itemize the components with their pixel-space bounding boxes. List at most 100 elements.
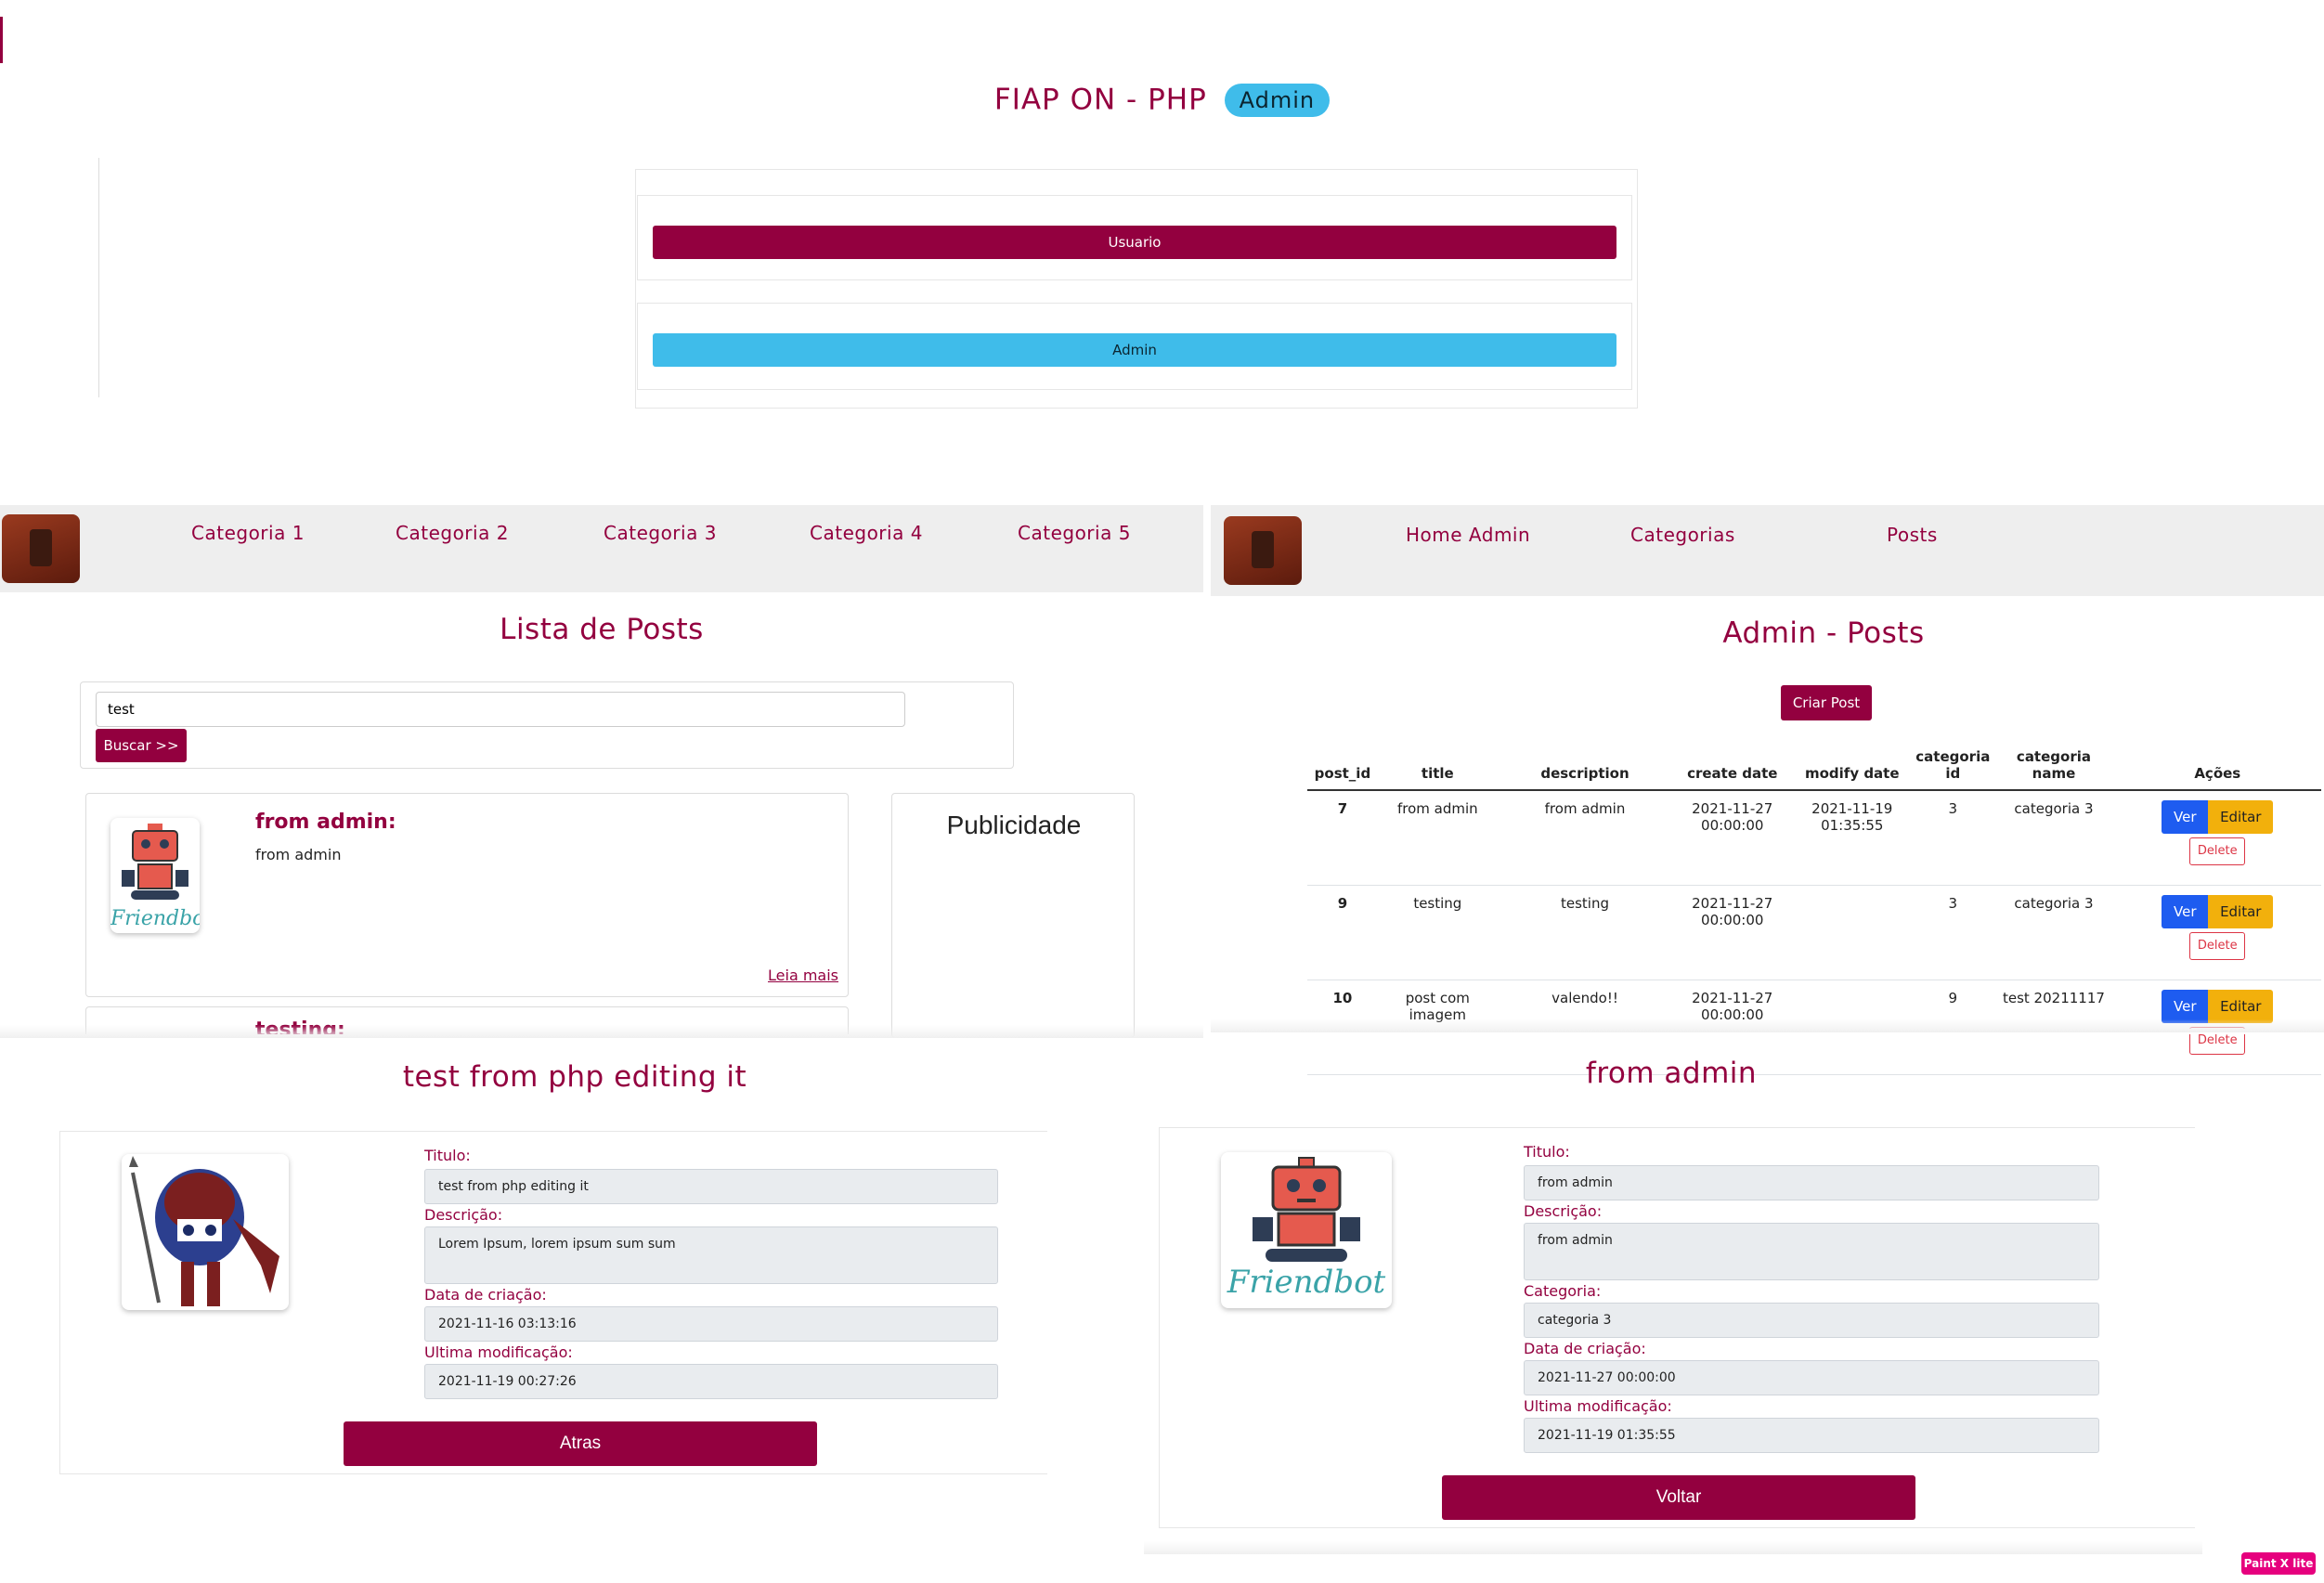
site-logo[interactable] (2, 514, 80, 583)
nav-home-admin[interactable]: Home Admin (1406, 524, 1530, 546)
titulo-label: Titulo: (1524, 1143, 1570, 1161)
edit-button[interactable]: Editar (2208, 989, 2274, 1023)
col-description: description (1497, 748, 1673, 791)
cell-modify-date: 2021-11-19 01:35:55 (1792, 790, 1913, 886)
nav-categorias[interactable]: Categorias (1630, 524, 1735, 546)
site-logo[interactable] (1224, 516, 1302, 585)
cell-actions: Ver Editar Delete (2113, 790, 2321, 886)
nav-categoria-1[interactable]: Categoria 1 (191, 522, 305, 544)
data-criacao-label: Data de criação: (1524, 1340, 1646, 1357)
detail-title: test from php editing it (402, 1060, 747, 1094)
cell-title: from admin (1377, 790, 1498, 886)
categoria-label: Categoria: (1524, 1282, 1602, 1300)
table-header: post_id title description create date mo… (1307, 748, 2321, 791)
nav-categoria-2[interactable]: Categoria 2 (396, 522, 509, 544)
post-image: Friendbot (1221, 1152, 1392, 1308)
cell-categoria-id: 3 (1912, 885, 1994, 980)
titulo-label: Titulo: (424, 1147, 471, 1164)
nav-posts[interactable]: Posts (1887, 524, 1938, 546)
back-button[interactable]: Voltar (1442, 1475, 1915, 1520)
col-title: title (1377, 748, 1498, 791)
ad-box: Publicidade (891, 793, 1135, 1038)
table-row: 7 from admin from admin 2021-11-27 00:00… (1307, 790, 2321, 886)
delete-button[interactable]: Delete (2189, 837, 2246, 865)
cell-title: testing (1377, 885, 1498, 980)
search-input[interactable] (96, 692, 905, 727)
view-button[interactable]: Ver (2162, 894, 2209, 928)
nav-categoria-3[interactable]: Categoria 3 (604, 522, 717, 544)
data-criacao-field[interactable]: 2021-11-27 00:00:00 (1524, 1360, 2099, 1395)
usuario-button[interactable]: Usuario (653, 226, 1616, 259)
divider (98, 158, 99, 397)
cell-actions: Ver Editar Delete (2113, 885, 2321, 980)
admin-posts-title: Admin - Posts (1722, 616, 1925, 650)
friendbot-label: Friendbot (110, 907, 200, 930)
descricao-label: Descrição: (1524, 1202, 1603, 1220)
titulo-field[interactable]: from admin (1524, 1165, 2099, 1200)
col-modify-date: modify date (1792, 748, 1913, 791)
cell-description: from admin (1497, 790, 1673, 886)
cell-description: testing (1497, 885, 1673, 980)
post-list-title: Lista de Posts (500, 613, 704, 646)
post-image (122, 1154, 289, 1310)
data-criacao-label: Data de criação: (424, 1286, 547, 1304)
post-text: from admin (255, 846, 342, 863)
app-title: FIAP ON - PHP (993, 83, 1207, 117)
post-title: from admin: (255, 811, 396, 834)
edit-button[interactable]: Editar (2208, 894, 2274, 928)
usuario-card: Usuario (637, 195, 1632, 280)
create-post-button[interactable]: Criar Post (1781, 685, 1872, 720)
titulo-field[interactable]: test from php editing it (424, 1169, 998, 1204)
descricao-textarea[interactable]: Lorem Ipsum, lorem ipsum sum sum (424, 1226, 998, 1284)
ultima-mod-field[interactable]: 2021-11-19 01:35:55 (1524, 1418, 2099, 1453)
detail-card: Friendbot Titulo: from admin Descrição: … (1159, 1127, 2195, 1528)
col-create-date: create date (1672, 748, 1793, 791)
post-card: Friendbot from admin: from admin Leia ma… (85, 793, 849, 997)
cell-create-date: 2021-11-27 00:00:00 (1672, 790, 1793, 886)
admin-button[interactable]: Admin (653, 333, 1616, 367)
friendbot-label: Friendbot (1227, 1264, 1386, 1301)
categoria-field[interactable]: categoria 3 (1524, 1303, 2099, 1338)
back-button[interactable]: Atras (344, 1421, 817, 1466)
data-criacao-field[interactable]: 2021-11-16 03:13:16 (424, 1306, 998, 1342)
cell-categoria-name: categoria 3 (1993, 790, 2114, 886)
col-post-id: post_id (1307, 748, 1378, 791)
delete-button[interactable]: Delete (2189, 931, 2246, 960)
read-more-link[interactable]: Leia mais (768, 967, 838, 984)
view-button[interactable]: Ver (2162, 800, 2209, 834)
cell-post-id: 7 (1307, 790, 1378, 886)
post-thumbnail: Friendbot (110, 818, 200, 933)
ultima-mod-field[interactable]: 2021-11-19 00:27:26 (424, 1364, 998, 1399)
paint-x-lite-watermark: Paint X lite (2241, 1552, 2316, 1575)
window-edge-marker (0, 17, 3, 63)
edit-button[interactable]: Editar (2208, 800, 2274, 834)
character-icon (129, 1156, 279, 1306)
cell-categoria-name: categoria 3 (1993, 885, 2114, 980)
col-categoria-id: categoria id (1912, 748, 1994, 791)
col-categoria-name: categoria name (1993, 748, 2114, 791)
view-button[interactable]: Ver (2162, 989, 2209, 1023)
panel-fade (1144, 1541, 2202, 1554)
descricao-label: Descrição: (424, 1206, 503, 1224)
ultima-mod-label: Ultima modificação: (1524, 1397, 1672, 1415)
search-button[interactable]: Buscar >> (96, 729, 187, 762)
panel-fade (0, 1025, 1203, 1038)
ultima-mod-label: Ultima modificação: (424, 1343, 573, 1361)
detail-card: Titulo: test from php editing it Descriç… (59, 1131, 1047, 1474)
admin-card: Admin (637, 303, 1632, 390)
page-title: FIAP ON - PHP Admin (0, 82, 2324, 117)
cell-modify-date (1792, 885, 1913, 980)
panel-fade (1211, 1019, 2324, 1032)
nav-categoria-4[interactable]: Categoria 4 (810, 522, 923, 544)
col-acoes: Ações (2113, 748, 2321, 791)
cell-categoria-id: 3 (1912, 790, 1994, 886)
nav-categoria-5[interactable]: Categoria 5 (1018, 522, 1131, 544)
search-form: Buscar >> (80, 681, 1014, 769)
detail-title: from admin (1585, 1057, 1758, 1090)
admin-badge: Admin (1224, 83, 1331, 117)
cell-create-date: 2021-11-27 00:00:00 (1672, 885, 1793, 980)
table-row: 9 testing testing 2021-11-27 00:00:00 3 … (1307, 885, 2321, 980)
admin-navbar: Home Admin Categorias Posts (1211, 505, 2324, 596)
descricao-textarea[interactable]: from admin (1524, 1223, 2099, 1280)
user-navbar: Categoria 1 Categoria 2 Categoria 3 Cate… (0, 505, 1203, 592)
